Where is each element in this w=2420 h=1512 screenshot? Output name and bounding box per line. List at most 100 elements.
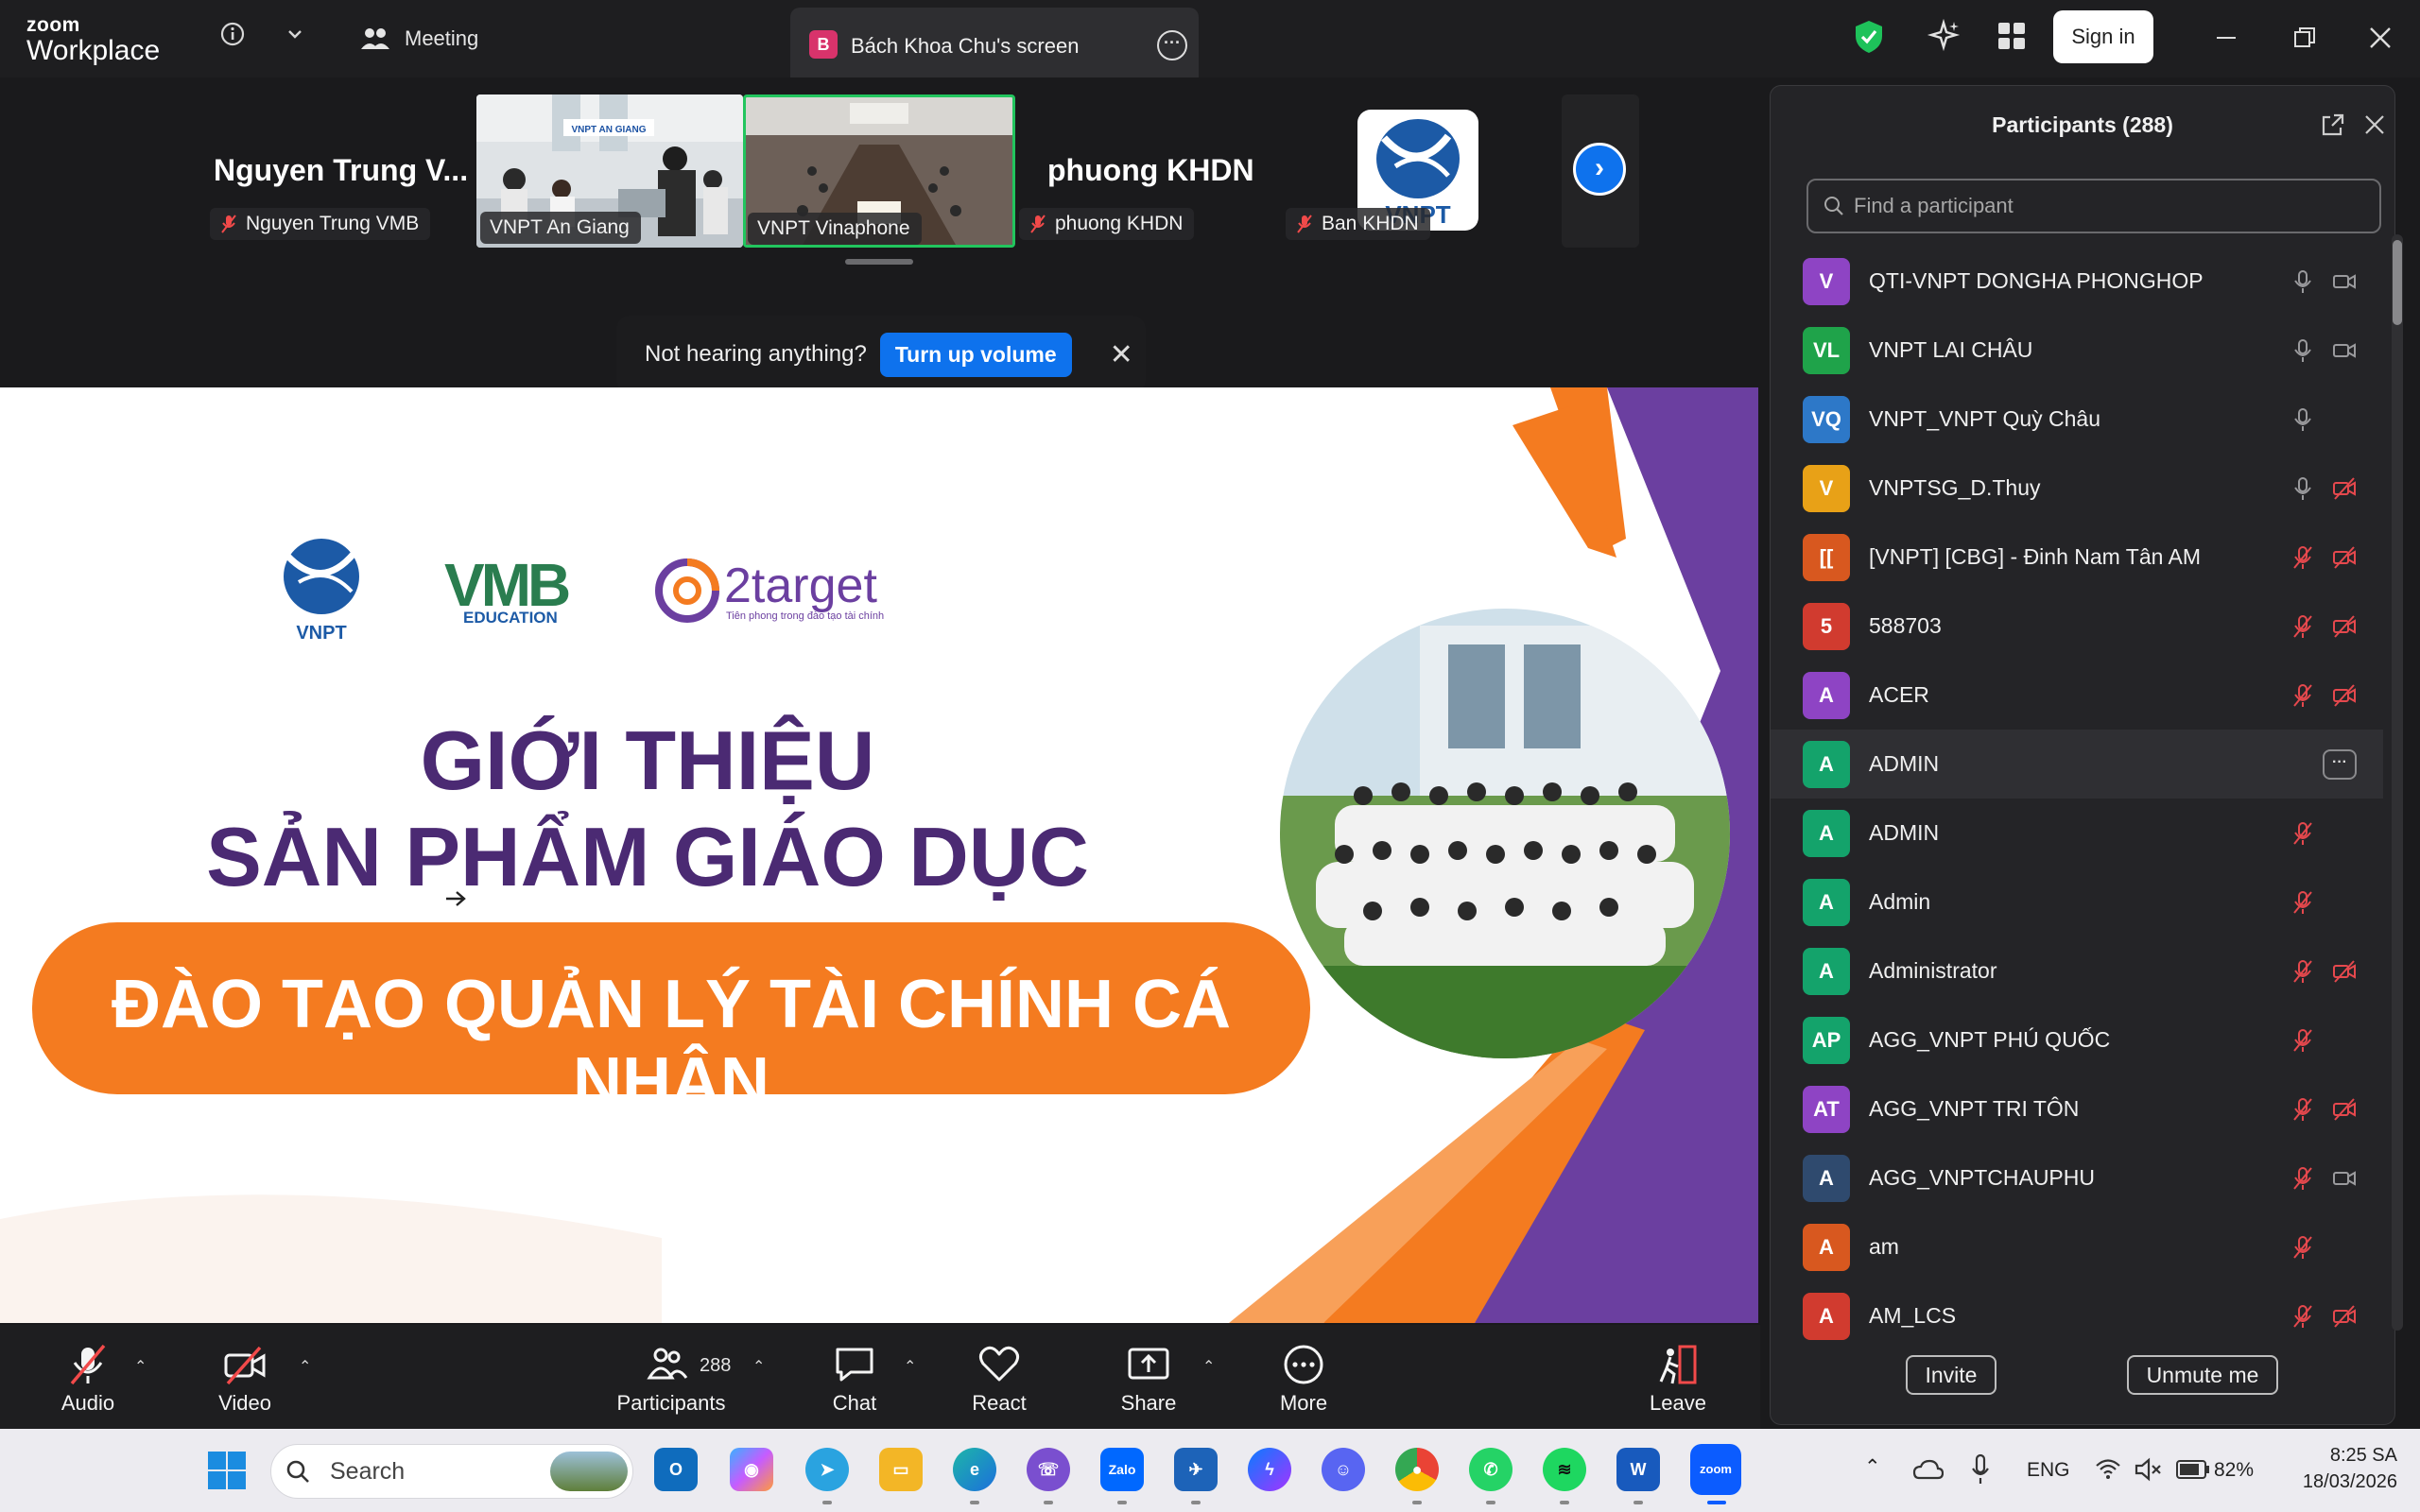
close-icon[interactable]: ✕ xyxy=(1110,338,1133,371)
mic-off-icon[interactable] xyxy=(2290,890,2315,915)
mic-off-icon[interactable] xyxy=(2290,821,2315,846)
audio-button[interactable]: Audio xyxy=(55,1344,121,1416)
mic-on-icon[interactable] xyxy=(2290,407,2315,432)
word-icon[interactable]: W xyxy=(1616,1448,1660,1491)
participant-row[interactable]: Aam xyxy=(1771,1212,2383,1281)
copilot-icon[interactable]: ◉ xyxy=(730,1448,773,1491)
restore-icon[interactable] xyxy=(2293,26,2316,49)
navigation-app-icon[interactable]: ✈ xyxy=(1174,1448,1218,1491)
participants-scroll-thumb[interactable] xyxy=(2393,240,2402,325)
mic-on-icon[interactable] xyxy=(2290,269,2315,294)
participant-row[interactable]: A AM_LCS xyxy=(1771,1281,2383,1350)
mic-off-icon[interactable] xyxy=(2290,1304,2315,1329)
audio-options-chevron-icon[interactable]: ⌃ xyxy=(134,1357,147,1376)
chat-options-chevron-icon[interactable]: ⌃ xyxy=(904,1357,916,1376)
share-button[interactable]: Share xyxy=(1115,1344,1182,1416)
participant-row[interactable]: VL VNPT LAI CHÂU xyxy=(1771,316,2383,385)
more-button[interactable]: More xyxy=(1272,1344,1335,1416)
participant-row[interactable]: 5 588703 xyxy=(1771,592,2383,661)
participant-row[interactable]: V VNPTSG_D.Thuy xyxy=(1771,454,2383,523)
participant-row[interactable]: A ACER xyxy=(1771,661,2383,730)
tab-meeting[interactable]: Meeting xyxy=(359,17,478,60)
participant-row[interactable]: V QTI-VNPT DONGHA PHONGHOP xyxy=(1771,247,2383,316)
chevron-up-icon[interactable]: ⌃ xyxy=(1864,1455,1881,1479)
video-off-icon[interactable] xyxy=(2332,1097,2357,1122)
invite-button[interactable]: Invite xyxy=(1906,1355,1996,1395)
next-page-button[interactable]: › xyxy=(1573,143,1626,196)
tab-shared-screen[interactable]: B Bách Khoa Chu's screen ··· xyxy=(790,8,1199,77)
viber-icon[interactable]: ☏ xyxy=(1027,1448,1070,1491)
video-off-icon[interactable] xyxy=(2332,959,2357,984)
participant-row[interactable]: AT AGG_VNPT TRI TÔN xyxy=(1771,1074,2383,1143)
clock[interactable]: 8:25 SA 18/03/2026 xyxy=(2274,1442,2397,1495)
video-on-icon[interactable] xyxy=(2332,269,2357,294)
react-button[interactable]: React xyxy=(966,1344,1032,1416)
spotify-icon[interactable]: ≋ xyxy=(1543,1448,1586,1491)
close-icon[interactable] xyxy=(2369,26,2392,49)
onedrive-cloud-icon[interactable] xyxy=(1911,1457,1944,1482)
participant-row[interactable]: VQ VNPT_VNPT Quỳ Châu xyxy=(1771,385,2383,454)
chrome-icon[interactable]: ● xyxy=(1395,1448,1439,1491)
video-on-icon[interactable] xyxy=(2332,1166,2357,1191)
video-off-icon[interactable] xyxy=(2332,545,2357,570)
messenger-icon[interactable]: ϟ xyxy=(1248,1448,1291,1491)
mic-off-icon[interactable] xyxy=(2290,683,2315,708)
mic-on-icon[interactable] xyxy=(2290,338,2315,363)
mic-off-icon[interactable] xyxy=(2290,545,2315,570)
windows-start-icon[interactable] xyxy=(206,1450,248,1491)
video-on-icon[interactable] xyxy=(2332,338,2357,363)
participant-row[interactable]: A ADMIN ··· xyxy=(1771,730,2383,799)
turn-up-volume-button[interactable]: Turn up volume xyxy=(879,332,1072,377)
participant-row[interactable]: [[[VNPT] [CBG] - Đinh Nam Tân AM xyxy=(1771,523,2383,592)
ai-companion-icon[interactable] xyxy=(1927,19,1961,53)
mic-off-icon[interactable] xyxy=(2290,1235,2315,1260)
chat-button[interactable]: Chat xyxy=(824,1344,885,1416)
close-icon[interactable] xyxy=(2364,114,2385,135)
video-options-chevron-icon[interactable]: ⌃ xyxy=(299,1357,311,1376)
shield-icon[interactable] xyxy=(1853,19,1885,55)
minimize-icon[interactable] xyxy=(2216,28,2237,47)
video-tile-vnpt-an-giang[interactable]: VNPT AN GIANG VNPT An Giang xyxy=(476,94,743,248)
share-options-chevron-icon[interactable]: ⌃ xyxy=(1202,1357,1215,1376)
video-off-icon[interactable] xyxy=(2332,476,2357,501)
video-off-icon[interactable] xyxy=(2332,1304,2357,1329)
edge-icon[interactable]: e xyxy=(953,1448,996,1491)
wifi-icon[interactable] xyxy=(2095,1457,2121,1480)
info-icon[interactable] xyxy=(219,21,246,47)
outlook-icon[interactable]: O xyxy=(654,1448,698,1491)
participants-options-chevron-icon[interactable]: ⌃ xyxy=(752,1357,765,1376)
mic-off-icon[interactable] xyxy=(2290,614,2315,639)
participant-search-input[interactable]: Find a participant xyxy=(1806,179,2381,233)
telegram-icon[interactable]: ➤ xyxy=(805,1448,849,1491)
more-options-icon[interactable]: ··· xyxy=(2323,748,2357,780)
mic-off-icon[interactable] xyxy=(2290,1166,2315,1191)
zoom-taskbar-icon[interactable]: zoom xyxy=(1690,1444,1741,1495)
participant-row[interactable]: A AGG_VNPTCHAUPHU xyxy=(1771,1143,2383,1212)
participant-row[interactable]: AP AGG_VNPT PHÚ QUỐC xyxy=(1771,1005,2383,1074)
microphone-icon[interactable] xyxy=(1970,1453,1991,1486)
file-explorer-icon[interactable]: ▭ xyxy=(879,1448,923,1491)
mic-off-icon[interactable] xyxy=(2290,1097,2315,1122)
participant-row[interactable]: A ADMIN xyxy=(1771,799,2383,868)
participants-scrollbar[interactable] xyxy=(2392,234,2403,1331)
pop-out-icon[interactable] xyxy=(2321,112,2345,137)
video-tile-vnpt-vinaphone[interactable]: VNPT Vinaphone xyxy=(743,94,1015,248)
participant-row[interactable]: A Admin xyxy=(1771,868,2383,936)
video-off-icon[interactable] xyxy=(2332,683,2357,708)
apps-icon[interactable] xyxy=(1996,21,2027,51)
speaker-muted-icon[interactable] xyxy=(2135,1457,2163,1482)
discord-icon[interactable]: ☺ xyxy=(1322,1448,1365,1491)
language-indicator[interactable]: ENG xyxy=(2027,1459,2070,1482)
chevron-down-icon[interactable] xyxy=(285,25,304,43)
video-button[interactable]: Video xyxy=(212,1344,278,1416)
mic-on-icon[interactable] xyxy=(2290,476,2315,501)
battery-icon[interactable] xyxy=(2176,1459,2210,1480)
mic-off-icon[interactable] xyxy=(2290,1028,2315,1053)
whatsapp-icon[interactable]: ✆ xyxy=(1469,1448,1512,1491)
participant-row[interactable]: A Administrator xyxy=(1771,936,2383,1005)
unmute-me-button[interactable]: Unmute me xyxy=(2127,1355,2278,1395)
more-options-icon[interactable]: ··· xyxy=(1157,30,1187,60)
sign-in-button[interactable]: Sign in xyxy=(2053,10,2153,63)
leave-button[interactable]: Leave xyxy=(1645,1344,1711,1416)
video-off-icon[interactable] xyxy=(2332,614,2357,639)
